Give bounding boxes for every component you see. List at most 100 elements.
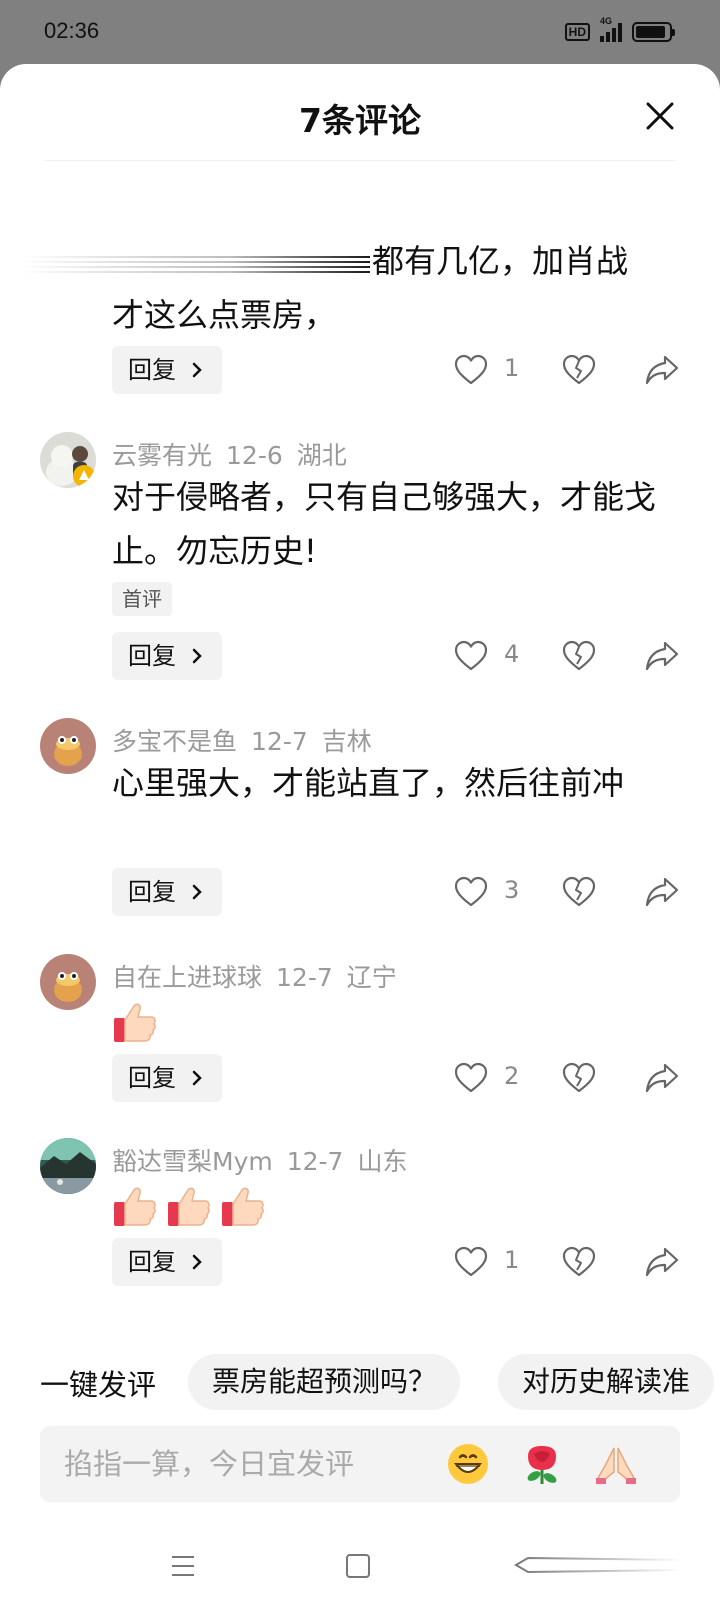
emoji-row: [112, 1000, 158, 1046]
like-count: 3: [504, 876, 520, 904]
comment-text: 对于侵略者，只有自己够强大，才能戈止。勿忘历史!: [112, 478, 657, 570]
folded-hands-icon[interactable]: [594, 1442, 638, 1486]
chevron-right-icon: [192, 884, 202, 900]
heart-icon[interactable]: [454, 640, 488, 672]
home-icon[interactable]: [346, 1554, 370, 1578]
share-icon[interactable]: [644, 876, 680, 908]
hd-icon: HD: [564, 23, 590, 41]
comment-sheet: 7条评论 都有几亿，加肖战 才这么点票房， 回复 1 云雾有光 12-6 湖北 …: [0, 64, 720, 1612]
username[interactable]: 云雾有光: [112, 441, 212, 470]
blurred-text-overlay: [20, 256, 370, 273]
broken-heart-icon[interactable]: [562, 1246, 596, 1278]
avatar[interactable]: [40, 432, 96, 488]
header-divider: [44, 160, 676, 161]
grinning-face-icon[interactable]: [446, 1442, 490, 1486]
comment-actions: 回复 3: [0, 868, 720, 916]
share-icon[interactable]: [644, 354, 680, 386]
battery-icon: [632, 22, 675, 42]
comment-input-bar: [40, 1426, 680, 1502]
chevron-right-icon: [192, 648, 202, 664]
comment-actions: 回复 2: [0, 1054, 720, 1102]
comment-location: 湖北: [296, 441, 347, 470]
first-comment-tag: 首评: [112, 582, 172, 616]
heart-icon[interactable]: [454, 1062, 488, 1094]
chevron-right-icon: [192, 362, 202, 378]
heart-icon[interactable]: [454, 1246, 488, 1278]
reply-button[interactable]: 回复: [112, 632, 222, 680]
emoji-row: [112, 1184, 266, 1230]
comment-actions: 回复 1: [0, 1238, 720, 1286]
username[interactable]: 多宝不是鱼: [112, 727, 237, 756]
rose-icon[interactable]: [520, 1442, 564, 1486]
reply-button[interactable]: 回复: [112, 346, 222, 394]
comment-actions: 回复 4: [0, 632, 720, 680]
comment-location: 吉林: [321, 727, 372, 756]
reply-label: 回复: [128, 878, 176, 906]
back-gesture-icon[interactable]: [514, 1554, 684, 1576]
username[interactable]: 豁达雪梨Mym: [112, 1147, 273, 1176]
comment-location: 山东: [357, 1147, 408, 1176]
avatar[interactable]: [40, 954, 96, 1010]
comment-location: 辽宁: [346, 963, 397, 992]
network-type-label: 4G: [600, 16, 613, 26]
comment-meta: 云雾有光 12-6 湖北: [112, 436, 361, 472]
status-time: 02:36: [44, 18, 100, 43]
status-icons: HD 4G: [564, 16, 675, 46]
reply-label: 回复: [128, 1064, 176, 1092]
thumbs-up-icon: [114, 1187, 156, 1226]
comment-text-line1: 都有几亿，加肖战: [372, 242, 629, 280]
system-nav-bar: [0, 1524, 720, 1612]
comment-text: 心里强大，才能站直了，然后往前冲: [112, 764, 625, 802]
sheet-title: 7条评论: [299, 101, 421, 140]
broken-heart-icon[interactable]: [562, 1062, 596, 1094]
avatar[interactable]: [40, 718, 96, 774]
avatar-image: [40, 432, 96, 488]
chevron-right-icon: [192, 1070, 202, 1086]
menu-icon[interactable]: [170, 1554, 196, 1578]
reply-button[interactable]: 回复: [112, 1238, 222, 1286]
avatar[interactable]: [40, 1138, 96, 1194]
comment-date: 12-6: [226, 441, 283, 470]
comment-meta: 多宝不是鱼 12-7 吉林: [112, 722, 386, 758]
quick-comment-label: 一键发评: [40, 1368, 157, 1402]
status-bar: 02:36 HD 4G: [0, 0, 720, 64]
reply-button[interactable]: 回复: [112, 868, 222, 916]
thumbs-up-icon: [222, 1187, 264, 1226]
like-count: 1: [504, 1246, 520, 1274]
comment-meta: 自在上进球球 12-7 辽宁: [112, 958, 411, 994]
signal-icon: 4G: [600, 16, 622, 42]
thumbs-up-icon: [114, 1003, 156, 1042]
comment-meta: 豁达雪梨Mym 12-7 山东: [112, 1142, 421, 1178]
like-count: 1: [504, 354, 520, 382]
reply-label: 回复: [128, 356, 176, 384]
comment-input[interactable]: [64, 1426, 444, 1502]
share-icon[interactable]: [644, 640, 680, 672]
comment-actions: 回复 1: [0, 346, 720, 394]
avatar-image: [40, 1138, 96, 1194]
reply-label: 回复: [128, 1248, 176, 1276]
comment-date: 12-7: [276, 963, 333, 992]
sheet-header: 7条评论: [0, 64, 720, 160]
chevron-right-icon: [192, 1254, 202, 1270]
share-icon[interactable]: [644, 1246, 680, 1278]
heart-icon[interactable]: [454, 354, 488, 386]
username[interactable]: 自在上进球球: [112, 963, 262, 992]
broken-heart-icon[interactable]: [562, 876, 596, 908]
quick-comment-chip[interactable]: 对历史解读准: [498, 1354, 715, 1410]
heart-icon[interactable]: [454, 876, 488, 908]
reply-label: 回复: [128, 642, 176, 670]
reply-button[interactable]: 回复: [112, 1054, 222, 1102]
avatar-image: [40, 718, 96, 774]
comment-date: 12-7: [251, 727, 308, 756]
quick-comment-chip[interactable]: 票房能超预测吗？: [188, 1354, 461, 1410]
share-icon[interactable]: [644, 1062, 680, 1094]
close-icon[interactable]: [644, 100, 676, 132]
like-count: 4: [504, 640, 520, 668]
thumbs-up-icon: [168, 1187, 210, 1226]
quick-comment-row: 一键发评 票房能超预测吗？ 对历史解读准: [0, 1354, 720, 1410]
broken-heart-icon[interactable]: [562, 640, 596, 672]
avatar-image: [40, 954, 96, 1010]
comment-date: 12-7: [286, 1147, 344, 1176]
broken-heart-icon[interactable]: [562, 354, 596, 386]
like-count: 2: [504, 1062, 520, 1090]
